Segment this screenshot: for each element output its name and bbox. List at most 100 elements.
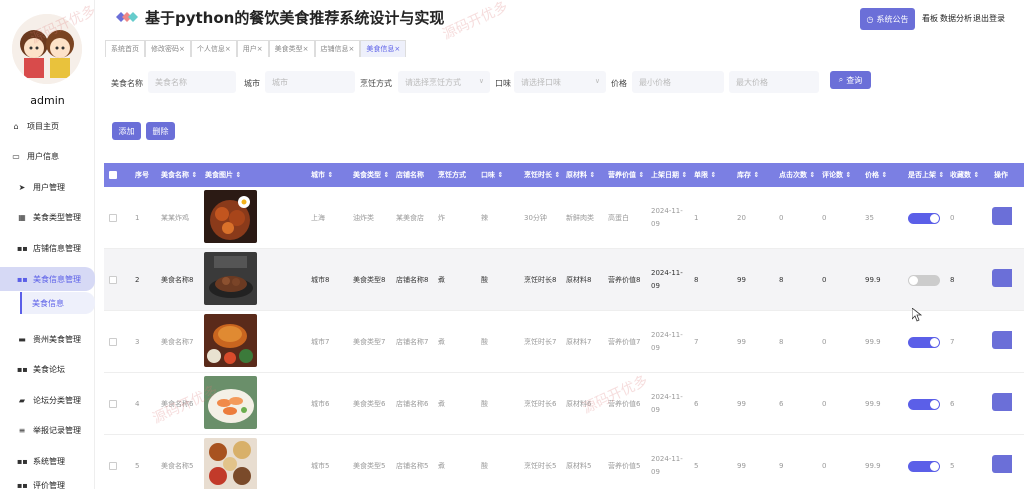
col-type[interactable]: 美食类型 ⇕: [353, 163, 389, 187]
operation-button[interactable]: [992, 331, 1012, 349]
system-notice-button[interactable]: ◷ 系统公告: [860, 8, 915, 30]
sort-icon: ⇕: [554, 171, 561, 179]
col-on-shelf[interactable]: 是否上架 ⇕: [908, 163, 944, 187]
col-comments[interactable]: 评论数 ⇕: [822, 163, 851, 187]
menu-item-shop[interactable]: ▪▪ 店铺信息管理: [0, 236, 95, 260]
cell-date: 2024-11-09: [651, 393, 683, 414]
max-price-input[interactable]: 最大价格: [729, 71, 819, 93]
col-time[interactable]: 烹饪时长 ⇕: [524, 163, 560, 187]
close-icon[interactable]: ×: [179, 45, 185, 53]
search-icon: ⌕: [838, 75, 844, 84]
query-button[interactable]: ⌕ 查询: [830, 71, 871, 89]
on-shelf-toggle[interactable]: [908, 212, 940, 224]
tab-profile[interactable]: 个人信息 ×: [190, 40, 237, 57]
cook-method-select[interactable]: 请选择烹饪方式 ∨: [398, 71, 490, 93]
row-checkbox[interactable]: [109, 435, 117, 489]
col-label: 美食类型: [353, 171, 381, 179]
table-row[interactable]: 2 美食名称8 城市8 美食类型8 店铺名称8 煮 酸 烹饪时长8 原材料8 营…: [104, 249, 1024, 311]
col-material[interactable]: 原材料 ⇕: [566, 163, 595, 187]
row-checkbox[interactable]: [109, 249, 117, 311]
close-icon[interactable]: ×: [394, 45, 400, 53]
col-favorites[interactable]: 收藏数 ⇕: [950, 163, 979, 187]
row-checkbox[interactable]: [109, 311, 117, 373]
cell-time: 30分钟: [524, 214, 547, 222]
table-row[interactable]: 4 美食名称6 城市6 美食类型6 店铺名称6 煮 酸 烹饪时长6 原材料6 营…: [104, 373, 1024, 435]
close-icon[interactable]: ×: [303, 45, 309, 53]
col-name[interactable]: 美食名称 ⇕: [161, 163, 197, 187]
sort-icon: ⇕: [327, 171, 334, 179]
col-clicks[interactable]: 点击次数 ⇕: [779, 163, 815, 187]
cell-taste: 酸: [481, 338, 488, 346]
col-nutrition[interactable]: 营养价值 ⇕: [608, 163, 644, 187]
cell-price: 99.9: [865, 338, 881, 346]
cell-name: 美食名称7: [161, 338, 194, 346]
select-all-checkbox[interactable]: [109, 163, 117, 187]
menu-item-system[interactable]: ▪▪ 系统管理: [0, 449, 95, 473]
sort-icon: ⇕: [845, 171, 852, 179]
col-image[interactable]: 美食图片 ⇕: [205, 163, 241, 187]
cell-comments: 0: [822, 214, 827, 222]
on-shelf-toggle[interactable]: [908, 274, 940, 286]
table-row[interactable]: 1 某某炸鸡 上海 油炸类 某美食店 炸 辣 30分钟 新鲜肉类 高蛋白 202…: [104, 187, 1024, 249]
tab-change-password[interactable]: 修改密码 ×: [145, 40, 191, 57]
operation-button[interactable]: [992, 455, 1012, 473]
tab-user[interactable]: 用户 ×: [236, 40, 269, 57]
tab-home[interactable]: 系统首页: [105, 40, 145, 57]
cell-cook: 煮: [438, 400, 445, 408]
logout-link[interactable]: 退出登录: [973, 13, 1005, 24]
cell-type: 美食类型5: [353, 462, 386, 470]
menu-item-user-mgmt[interactable]: ➤ 用户管理: [0, 175, 95, 199]
operation-button[interactable]: [992, 207, 1012, 225]
food-name-input[interactable]: 美食名称: [148, 71, 236, 93]
taste-select[interactable]: 请选择口味 ∨: [514, 71, 606, 93]
menu-item-review[interactable]: ▪▪ 评价管理: [0, 473, 95, 497]
city-input[interactable]: 城市: [265, 71, 355, 93]
col-date[interactable]: 上架日期 ⇕: [651, 163, 687, 187]
tab-food-type[interactable]: 美食类型 ×: [268, 40, 315, 57]
operation-button[interactable]: [992, 393, 1012, 411]
delete-button[interactable]: 删除: [146, 122, 175, 140]
menu-item-home[interactable]: ⌂ 项目主页: [0, 114, 95, 138]
on-shelf-toggle[interactable]: [908, 460, 940, 472]
col-label: 上架日期: [651, 171, 679, 179]
menu-item-user-info[interactable]: ▭ 用户信息: [0, 144, 95, 168]
submenu-food-info[interactable]: 美食信息: [20, 292, 95, 314]
cell-favorites: 0: [950, 214, 955, 222]
close-icon[interactable]: ×: [257, 45, 263, 53]
add-button[interactable]: 添加: [112, 122, 141, 140]
col-label: 库存: [737, 171, 751, 179]
row-checkbox[interactable]: [109, 187, 117, 249]
col-limit[interactable]: 单限 ⇕: [694, 163, 716, 187]
col-price[interactable]: 价格 ⇕: [865, 163, 887, 187]
menu-item-food-info[interactable]: ▪▪ 美食信息管理: [0, 267, 95, 291]
cell-clicks: 8: [779, 276, 784, 284]
menu-item-forum[interactable]: ▪▪ 美食论坛: [0, 357, 95, 381]
menu-item-guizhou[interactable]: ▬ 贵州美食管理: [0, 327, 95, 351]
cell-nutrition: 高蛋白: [608, 214, 629, 222]
close-icon[interactable]: ×: [349, 45, 355, 53]
close-icon[interactable]: ×: [225, 45, 231, 53]
col-stock[interactable]: 库存 ⇕: [737, 163, 759, 187]
table-row[interactable]: 5 美食名称5 城市5 美食类型5 店铺名称5 煮 酸 烹饪时长5 原材料5 营…: [104, 435, 1024, 489]
chat-icon: ▬: [18, 334, 26, 344]
min-price-input[interactable]: 最小价格: [632, 71, 724, 93]
menu-item-report[interactable]: ≡ 举报记录管理: [0, 418, 95, 442]
cell-nutrition: 营养价值7: [608, 338, 641, 346]
data-analysis-link[interactable]: 数据分析: [940, 13, 972, 24]
col-label: 评论数: [822, 171, 843, 179]
table-row[interactable]: 3 美食名称7 城市7 美食类型7 店铺名称7 煮 酸 烹饪时长7 原材料7 营…: [104, 311, 1024, 373]
operation-button[interactable]: [992, 269, 1012, 287]
tab-shop-info[interactable]: 店铺信息 ×: [314, 40, 361, 57]
menu-item-food-type[interactable]: ▦ 美食类型管理: [0, 205, 95, 229]
dashboard-link[interactable]: 看板: [922, 13, 938, 24]
on-shelf-toggle[interactable]: [908, 336, 940, 348]
on-shelf-toggle[interactable]: [908, 398, 940, 410]
menu-item-forum-category[interactable]: ▰ 论坛分类管理: [0, 388, 95, 412]
tab-food-info[interactable]: 美食信息 ×: [360, 40, 407, 57]
row-checkbox[interactable]: [109, 373, 117, 435]
col-taste[interactable]: 口味 ⇕: [481, 163, 503, 187]
col-city[interactable]: 城市 ⇕: [311, 163, 333, 187]
cell-clicks: 0: [779, 214, 784, 222]
menu-item-label: 美食论坛: [33, 364, 65, 374]
cell-shop: 店铺名称5: [396, 462, 429, 470]
